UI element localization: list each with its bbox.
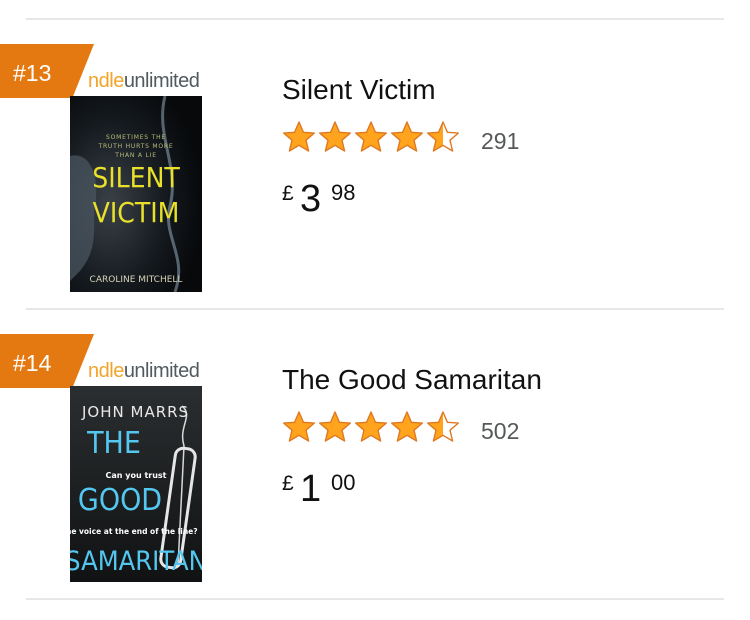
cover-tagline: THAN A LIE (114, 152, 157, 159)
star-full-icon (355, 411, 387, 442)
star-full-icon (283, 121, 315, 152)
book-title[interactable]: The Good Samaritan (282, 364, 542, 396)
star-full-icon (391, 121, 423, 152)
price-currency: £ (282, 472, 294, 495)
star-full-icon (283, 411, 315, 442)
cover-author: JOHN MARRS (81, 403, 189, 421)
star-full-icon (355, 121, 387, 152)
kindle-unlimited-logo: ndleunlimited (88, 70, 200, 92)
book-cover[interactable]: JOHN MARRS THE Can you trust GOOD the vo… (70, 386, 202, 582)
cover-title: SILENT (92, 161, 180, 194)
star-full-icon (391, 411, 423, 442)
bottom-divider (26, 598, 724, 600)
cover-author: CAROLINE MITCHELL (90, 275, 183, 285)
price-currency: £ (282, 182, 294, 205)
book-cover[interactable]: SOMETIMES THE TRUTH HURTS MORE THAN A LI… (70, 96, 202, 292)
cover-tagline: the voice at the end of the line? (70, 527, 198, 536)
rating-count[interactable]: 502 (481, 418, 519, 445)
rating-count[interactable]: 291 (481, 128, 519, 155)
rank-badge: #13 (0, 44, 94, 98)
list-item[interactable]: #13 ndleunlimited SOMETIMES THE TRUTH HU… (0, 18, 750, 308)
star-full-icon (319, 411, 351, 442)
star-half-icon (427, 121, 459, 152)
star-rating (282, 120, 462, 154)
price-whole: 1 (300, 468, 322, 510)
list-item[interactable]: #14 ndleunlimited JOHN MARRS THE Can you… (0, 308, 750, 598)
star-half-icon (427, 411, 459, 442)
cover-title: THE (86, 426, 141, 461)
cover-tagline: TRUTH HURTS MORE (98, 143, 174, 150)
cover-title: VICTIM (93, 196, 180, 229)
star-full-icon (319, 121, 351, 152)
kindle-unlimited-logo: ndleunlimited (88, 360, 200, 382)
cover-title: GOOD (78, 483, 162, 518)
star-rating (282, 410, 462, 444)
cover-title: SAMARITAN (70, 546, 202, 577)
cover-tagline: Can you trust (106, 471, 167, 480)
rank-badge: #14 (0, 334, 94, 388)
book-title[interactable]: Silent Victim (282, 74, 436, 106)
price-whole: 3 (300, 178, 322, 220)
cover-tagline: SOMETIMES THE (106, 134, 166, 141)
price-fraction: 00 (331, 470, 356, 495)
price-fraction: 98 (331, 180, 356, 205)
